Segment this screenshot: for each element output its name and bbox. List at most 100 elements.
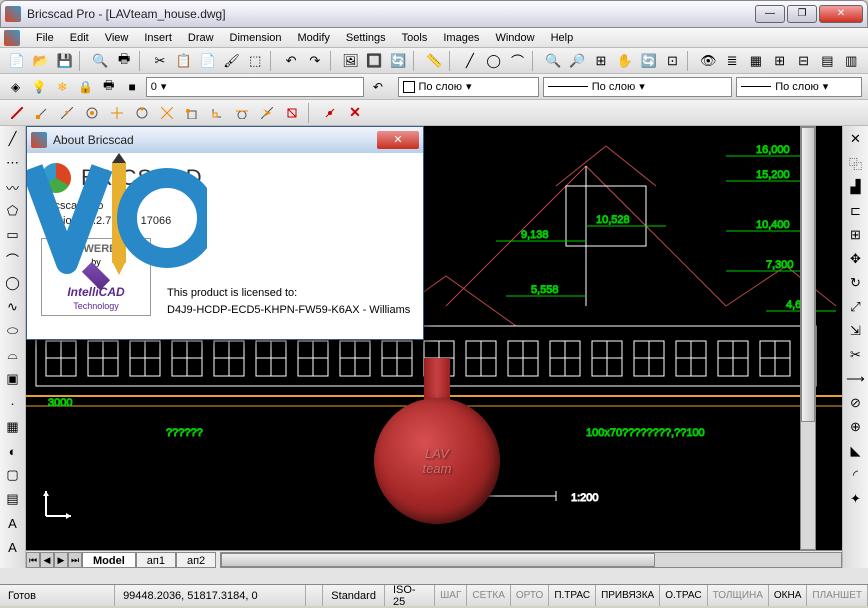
linetype-combo[interactable]: По слою ▾ <box>543 77 732 97</box>
osnap-settings-icon[interactable] <box>319 102 341 124</box>
paste-icon[interactable]: 📄 <box>197 50 219 72</box>
print-preview-icon[interactable]: 🖶 <box>113 50 135 72</box>
undo-icon[interactable]: ↶ <box>280 50 302 72</box>
osnap-perpendicular-icon[interactable] <box>206 102 228 124</box>
copy-icon[interactable]: ⿻ <box>845 152 867 174</box>
pan-realtime-icon[interactable]: 🔄 <box>638 50 660 72</box>
offset-icon[interactable]: ⊏ <box>845 200 867 222</box>
polygon-icon[interactable]: ⬠ <box>2 200 24 222</box>
print-icon[interactable]: 🔍 <box>89 50 111 72</box>
fillet-icon[interactable]: ◜ <box>845 464 867 486</box>
mtext-icon[interactable]: A <box>2 536 24 558</box>
copy-icon[interactable]: 📋 <box>173 50 195 72</box>
properties-icon[interactable]: ⊞ <box>769 50 791 72</box>
measure-icon[interactable]: 📏 <box>423 50 445 72</box>
close-button[interactable]: ✕ <box>819 5 863 23</box>
bulb-icon[interactable]: 💡 <box>29 77 48 97</box>
xref-icon[interactable]: ⊟ <box>793 50 815 72</box>
construction-line-icon[interactable]: ⋯ <box>2 152 24 174</box>
osnap-node-icon[interactable] <box>106 102 128 124</box>
menu-images[interactable]: Images <box>435 30 487 46</box>
circle-icon[interactable]: ⌒ <box>507 50 529 72</box>
menu-window[interactable]: Window <box>487 30 542 46</box>
menu-help[interactable]: Help <box>543 30 582 46</box>
osnap-tangent-icon[interactable] <box>231 102 253 124</box>
ellipse-arc-icon[interactable]: ⌓ <box>2 344 24 366</box>
array-icon[interactable]: ⊞ <box>845 224 867 246</box>
status-toggle-привязка[interactable]: ПРИВЯЗКА <box>596 585 660 606</box>
region-icon[interactable]: ▢ <box>2 464 24 486</box>
freeze-icon[interactable]: ❄ <box>53 77 72 97</box>
zoom-window-icon[interactable]: ✋ <box>614 50 636 72</box>
osnap-midpoint-icon[interactable] <box>56 102 78 124</box>
scale-icon[interactable]: ⤢ <box>845 296 867 318</box>
status-toggle-шаг[interactable]: ШАГ <box>435 585 467 606</box>
osnap-insert-icon[interactable] <box>181 102 203 124</box>
tab-nav-0[interactable]: ⏮ <box>26 552 40 568</box>
circle-icon[interactable]: ◯ <box>2 272 24 294</box>
select-icon[interactable]: ⬚ <box>244 50 266 72</box>
explode-icon[interactable]: ✦ <box>845 488 867 510</box>
menu-insert[interactable]: Insert <box>136 30 180 46</box>
maximize-button[interactable]: ❐ <box>787 5 817 23</box>
menu-file[interactable]: File <box>28 30 62 46</box>
status-toggle-толщина[interactable]: ТОЛЩИНА <box>708 585 769 606</box>
arc-icon[interactable]: ⌒ <box>2 248 24 270</box>
osnap-temp-icon[interactable] <box>6 102 28 124</box>
stretch-icon[interactable]: ⇲ <box>845 320 867 342</box>
status-toggle-сетка[interactable]: СЕТКА <box>467 585 511 606</box>
horizontal-scrollbar[interactable] <box>220 552 842 568</box>
status-toggle-планшет[interactable]: ПЛАНШЕТ <box>807 585 868 606</box>
menu-edit[interactable]: Edit <box>62 30 97 46</box>
chamfer-icon[interactable]: ◣ <box>845 440 867 462</box>
redo-icon[interactable]: ↷ <box>304 50 326 72</box>
file-save-icon[interactable]: 💾 <box>54 50 76 72</box>
dialog-close-button[interactable]: ✕ <box>377 131 419 149</box>
text-icon[interactable]: A <box>2 512 24 534</box>
zoom-out-icon[interactable]: ⊞ <box>590 50 612 72</box>
tab-nav-1[interactable]: ◀ <box>40 552 54 568</box>
status-toggle-окна[interactable]: ОКНА <box>769 585 808 606</box>
tab-nav-3[interactable]: ⏭ <box>68 552 82 568</box>
image-icon[interactable]: 🖼 <box>340 50 362 72</box>
status-dim-style[interactable]: ISO-25 <box>385 585 435 606</box>
osnap-intersection-icon[interactable] <box>156 102 178 124</box>
menu-modify[interactable]: Modify <box>290 30 338 46</box>
dialog-titlebar[interactable]: About Bricscad ✕ <box>27 127 423 153</box>
tab-ап2[interactable]: ап2 <box>176 552 216 568</box>
color-swatch-icon[interactable]: ■ <box>122 77 141 97</box>
osnap-clear-icon[interactable]: ✕ <box>344 102 366 124</box>
block-icon[interactable]: ▣ <box>2 368 24 390</box>
spline-icon[interactable]: ∿ <box>2 296 24 318</box>
layer-combo[interactable]: 0 ▾ <box>146 77 364 97</box>
layer-prev-icon[interactable]: ↶ <box>368 77 387 97</box>
minimize-button[interactable]: — <box>755 5 785 23</box>
status-text-style[interactable]: Standard <box>323 585 385 606</box>
view-icon[interactable]: ≣ <box>721 50 743 72</box>
tab-nav-2[interactable]: ▶ <box>54 552 68 568</box>
rotate-view-icon[interactable]: 🔄 <box>387 50 409 72</box>
zoom-extents-icon[interactable]: 👁 <box>697 50 719 72</box>
print-layer-icon[interactable]: 🖶 <box>99 77 118 97</box>
osnap-endpoint-icon[interactable] <box>31 102 53 124</box>
match-icon[interactable]: 🖌 <box>221 50 243 72</box>
status-toggle-о.трас[interactable]: О.ТРАС <box>660 585 707 606</box>
orbit-icon[interactable]: ⊡ <box>662 50 684 72</box>
pan-icon[interactable]: 🔲 <box>364 50 386 72</box>
line-icon[interactable]: ╱ <box>2 128 24 150</box>
layer-manager-icon[interactable]: ◈ <box>6 77 25 97</box>
menu-dimension[interactable]: Dimension <box>222 30 290 46</box>
tab-ап1[interactable]: ап1 <box>136 552 176 568</box>
zoom-in-icon[interactable]: 🔎 <box>566 50 588 72</box>
lineweight-combo[interactable]: По слою ▾ <box>736 77 862 97</box>
osnap-none-icon[interactable] <box>281 102 303 124</box>
menu-draw[interactable]: Draw <box>180 30 222 46</box>
status-toggle-орто[interactable]: ОРТО <box>511 585 549 606</box>
osnap-center-icon[interactable] <box>81 102 103 124</box>
extend-icon[interactable]: ⟶ <box>845 368 867 390</box>
hatch-icon[interactable]: ▤ <box>816 50 838 72</box>
trim-icon[interactable]: ✂ <box>845 344 867 366</box>
menu-tools[interactable]: Tools <box>394 30 436 46</box>
mirror-icon[interactable]: ▟ <box>845 176 867 198</box>
menu-settings[interactable]: Settings <box>338 30 394 46</box>
